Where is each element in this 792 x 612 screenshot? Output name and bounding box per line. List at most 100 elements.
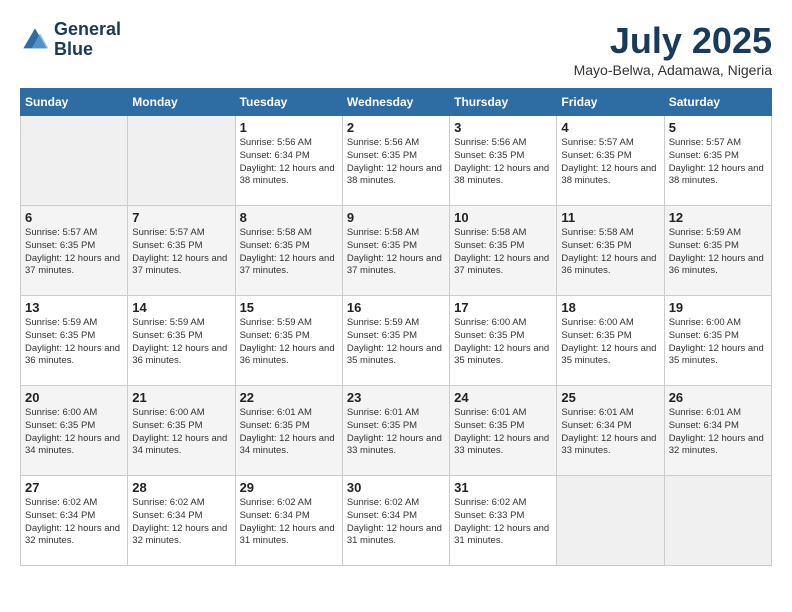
day-detail: Sunrise: 5:58 AMSunset: 6:35 PMDaylight:…: [240, 227, 338, 278]
calendar-day: 29Sunrise: 6:02 AMSunset: 6:34 PMDayligh…: [235, 476, 342, 566]
calendar-header-row: Sunday Monday Tuesday Wednesday Thursday…: [21, 89, 772, 116]
week-row-5: 27Sunrise: 6:02 AMSunset: 6:34 PMDayligh…: [21, 476, 772, 566]
daylight-text: Daylight: 12 hours and 38 minutes.: [454, 163, 549, 187]
sunrise-text: Sunrise: 6:02 AM: [347, 497, 419, 508]
sunrise-text: Sunrise: 6:00 AM: [561, 317, 633, 328]
day-number: 18: [561, 300, 659, 315]
day-number: 12: [669, 210, 767, 225]
day-detail: Sunrise: 5:57 AMSunset: 6:35 PMDaylight:…: [669, 137, 767, 188]
calendar-day: 27Sunrise: 6:02 AMSunset: 6:34 PMDayligh…: [21, 476, 128, 566]
col-wednesday: Wednesday: [342, 89, 449, 116]
day-detail: Sunrise: 5:58 AM Sunset: 6:35 PM Daylight:…: [561, 227, 659, 278]
sunrise-text: Sunrise: 5:58 AM: [347, 227, 419, 238]
sunset-text: Sunset: 6:35 PM: [25, 240, 95, 251]
day-number: 22: [240, 390, 338, 405]
sunrise-text: Sunrise: 6:01 AM: [669, 407, 741, 418]
day-number: 26: [669, 390, 767, 405]
calendar-day: 1 Sunrise: 5:56 AMSunset: 6:34 PMDaylight…: [235, 116, 342, 206]
calendar-day: 13Sunrise: 5:59 AMSunset: 6:35 PMDayligh…: [21, 296, 128, 386]
day-number: 9: [347, 210, 445, 225]
daylight-text: Daylight: 12 hours and 37 minutes.: [25, 253, 120, 277]
calendar-day: [664, 476, 771, 566]
sunrise-text: Sunrise: 6:01 AM: [454, 407, 526, 418]
day-detail: Sunrise: 6:01 AMSunset: 6:35 PMDaylight:…: [454, 407, 552, 458]
day-detail: Sunrise: 5:58 AMSunset: 6:35 PMDaylight:…: [454, 227, 552, 278]
daylight-text: Daylight: 12 hours and 33 minutes.: [561, 433, 656, 457]
daylight-text: Daylight: 12 hours and 36 minutes.: [561, 253, 656, 277]
day-detail: Sunrise: 6:02 AMSunset: 6:34 PMDaylight:…: [240, 497, 338, 548]
day-number: 6: [25, 210, 123, 225]
daylight-text: Daylight: 12 hours and 36 minutes.: [669, 253, 764, 277]
daylight-text: Daylight: 12 hours and 36 minutes.: [240, 343, 335, 367]
calendar-day: 28Sunrise: 6:02 AMSunset: 6:34 PMDayligh…: [128, 476, 235, 566]
day-detail: Sunrise: 5:59 AMSunset: 6:35 PMDaylight:…: [132, 317, 230, 368]
day-number: 4: [561, 120, 659, 135]
sunrise-text: Sunrise: 6:02 AM: [454, 497, 526, 508]
day-number: 28: [132, 480, 230, 495]
day-detail: Sunrise: 5:56 AMSunset: 6:35 PMDaylight:…: [454, 137, 552, 188]
col-saturday: Saturday: [664, 89, 771, 116]
daylight-text: Daylight: 12 hours and 35 minutes.: [669, 343, 764, 367]
calendar-day: 31Sunrise: 6:02 AMSunset: 6:33 PMDayligh…: [450, 476, 557, 566]
day-detail: Sunrise: 5:58 AMSunset: 6:35 PMDaylight:…: [347, 227, 445, 278]
calendar-day: 5Sunrise: 5:57 AMSunset: 6:35 PMDaylight…: [664, 116, 771, 206]
sunset-text: Sunset: 6:35 PM: [240, 420, 310, 431]
sunrise-text: Sunrise: 5:58 AM: [454, 227, 526, 238]
daylight-text: Daylight: 12 hours and 38 minutes.: [347, 163, 442, 187]
sunset-text: Sunset: 6:35 PM: [454, 420, 524, 431]
sunrise-text: Sunrise: 6:02 AM: [25, 497, 97, 508]
calendar-day: 22Sunrise: 6:01 AMSunset: 6:35 PMDayligh…: [235, 386, 342, 476]
sunset-text: Sunset: 6:35 PM: [132, 240, 202, 251]
daylight-text: Daylight: 12 hours and 31 minutes.: [454, 523, 549, 547]
calendar-day: 2Sunrise: 5:56 AMSunset: 6:35 PMDaylight…: [342, 116, 449, 206]
calendar-day: 30Sunrise: 6:02 AMSunset: 6:34 PMDayligh…: [342, 476, 449, 566]
day-number: 25: [561, 390, 659, 405]
day-detail: Sunrise: 6:00 AMSunset: 6:35 PMDaylight:…: [561, 317, 659, 368]
sunset-text: Sunset: 6:34 PM: [25, 510, 95, 521]
sunset-text: Sunset: 6:35 PM: [347, 420, 417, 431]
page-header: General Blue July 2025 Mayo-Belwa, Adama…: [20, 20, 772, 78]
logo-icon: [20, 25, 50, 55]
sunset-text: Sunset: 6:35 PM: [347, 150, 417, 161]
day-detail: Sunrise: 6:02 AMSunset: 6:34 PMDaylight:…: [25, 497, 123, 548]
day-number: 15: [240, 300, 338, 315]
calendar-day: 20Sunrise: 6:00 AMSunset: 6:35 PMDayligh…: [21, 386, 128, 476]
calendar-day: 21Sunrise: 6:00 AMSunset: 6:35 PMDayligh…: [128, 386, 235, 476]
day-number: 24: [454, 390, 552, 405]
sunrise-text: Sunrise: 5:59 AM: [240, 317, 312, 328]
sunrise-text: Sunrise: 5:59 AM: [132, 317, 204, 328]
day-number: 23: [347, 390, 445, 405]
sunset-text: Sunset: 6:35 PM: [561, 240, 631, 251]
calendar-day: [21, 116, 128, 206]
calendar-day: 18 Sunrise: 6:00 AMSunset: 6:35 PMDayligh…: [557, 296, 664, 386]
calendar-day: 8 Sunrise: 5:58 AMSunset: 6:35 PMDaylight…: [235, 206, 342, 296]
calendar-day: 15Sunrise: 5:59 AMSunset: 6:35 PMDayligh…: [235, 296, 342, 386]
day-number: 13: [25, 300, 123, 315]
daylight-text: Daylight: 12 hours and 36 minutes.: [25, 343, 120, 367]
sunset-text: Sunset: 6:35 PM: [454, 150, 524, 161]
calendar-day: 19Sunrise: 6:00 AMSunset: 6:35 PMDayligh…: [664, 296, 771, 386]
day-number: 8: [240, 210, 338, 225]
daylight-text: Daylight: 12 hours and 37 minutes.: [347, 253, 442, 277]
daylight-text: Daylight: 12 hours and 31 minutes.: [240, 523, 335, 547]
month-title: July 2025: [574, 20, 772, 62]
day-detail: Sunrise: 6:01 AMSunset: 6:34 PMDaylight:…: [669, 407, 767, 458]
sunrise-text: Sunrise: 6:02 AM: [240, 497, 312, 508]
day-number: 1: [240, 120, 338, 135]
sunrise-text: Sunrise: 6:00 AM: [25, 407, 97, 418]
calendar-day: 25 Sunrise: 6:01 AMSunset: 6:34 PMDayligh…: [557, 386, 664, 476]
daylight-text: Daylight: 12 hours and 35 minutes.: [347, 343, 442, 367]
sunrise-text: Sunrise: 6:00 AM: [132, 407, 204, 418]
logo: General Blue: [20, 20, 121, 60]
sunrise-text: Sunrise: 6:01 AM: [240, 407, 312, 418]
calendar-day: [557, 476, 664, 566]
sunrise-text: Sunrise: 5:58 AM: [561, 227, 633, 238]
day-detail: Sunrise: 6:01 AMSunset: 6:34 PMDaylight:…: [561, 407, 659, 458]
day-detail: Sunrise: 6:00 AMSunset: 6:35 PMDaylight:…: [454, 317, 552, 368]
day-detail: Sunrise: 5:56 AMSunset: 6:35 PMDaylight:…: [347, 137, 445, 188]
day-number: 3: [454, 120, 552, 135]
sunrise-text: Sunrise: 6:02 AM: [132, 497, 204, 508]
day-detail: Sunrise: 5:56 AMSunset: 6:34 PMDaylight:…: [240, 137, 338, 188]
day-detail: Sunrise: 5:57 AMSunset: 6:35 PMDaylight:…: [132, 227, 230, 278]
location: Mayo-Belwa, Adamawa, Nigeria: [574, 62, 772, 78]
